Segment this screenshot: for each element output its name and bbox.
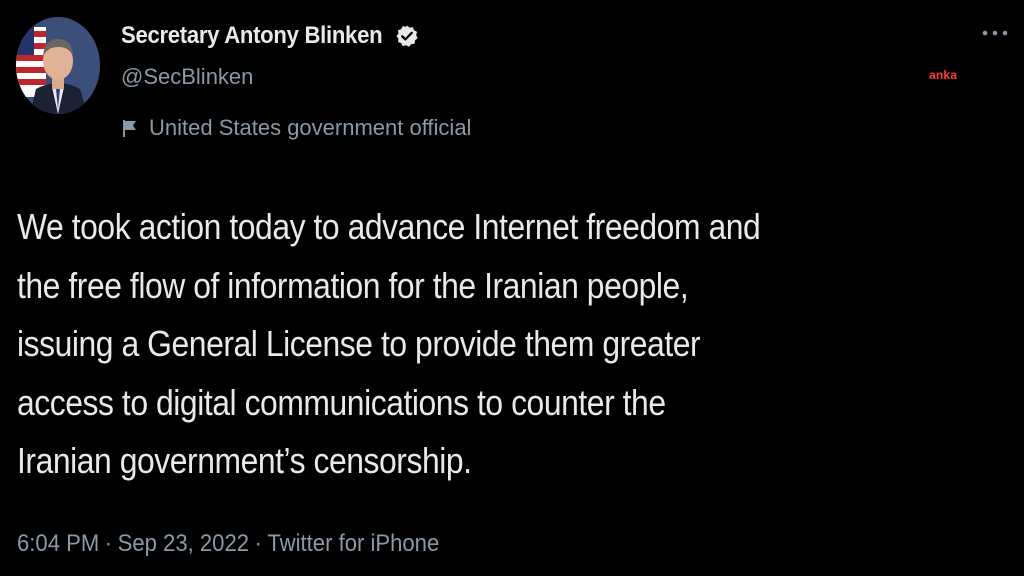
tweet-text-line: Iranian government’s censorship.: [17, 440, 472, 481]
account-label-text: United States government official: [149, 115, 472, 140]
tweet-text: We took action today to advance Internet…: [17, 198, 1017, 491]
verified-badge-icon: [395, 24, 419, 48]
tweet-text-line: access to digital communications to coun…: [17, 381, 666, 423]
account-label[interactable]: United States government official: [121, 115, 471, 141]
tweet-text-line: issuing a General License to provide the…: [17, 323, 701, 364]
tweet-card: Secretary Antony Blinken @SecBlinken Uni…: [0, 0, 1024, 576]
display-name-row: Secretary Antony Blinken: [121, 20, 419, 52]
tweet-meta: 6:04 PM · Sep 23, 2022 · Twitter for iPh…: [17, 530, 439, 558]
avatar[interactable]: [16, 17, 100, 114]
tweet-text-line: the free flow of information for the Ira…: [17, 264, 689, 306]
tweet-date[interactable]: Sep 23, 2022: [118, 530, 249, 558]
tweet-time[interactable]: 6:04 PM: [17, 530, 99, 558]
more-options-button[interactable]: [978, 22, 1012, 44]
meta-separator: ·: [254, 530, 262, 557]
display-name[interactable]: Secretary Antony Blinken: [121, 22, 383, 50]
watermark-logo: anka: [929, 68, 958, 82]
tweet-text-line: We took action today to advance Internet…: [17, 206, 761, 247]
handle[interactable]: @SecBlinken: [121, 64, 253, 90]
government-flag-icon: [121, 118, 139, 138]
tweet-source[interactable]: Twitter for iPhone: [267, 530, 439, 558]
meta-separator: ·: [104, 530, 113, 557]
more-dots-icon: [982, 30, 1008, 36]
